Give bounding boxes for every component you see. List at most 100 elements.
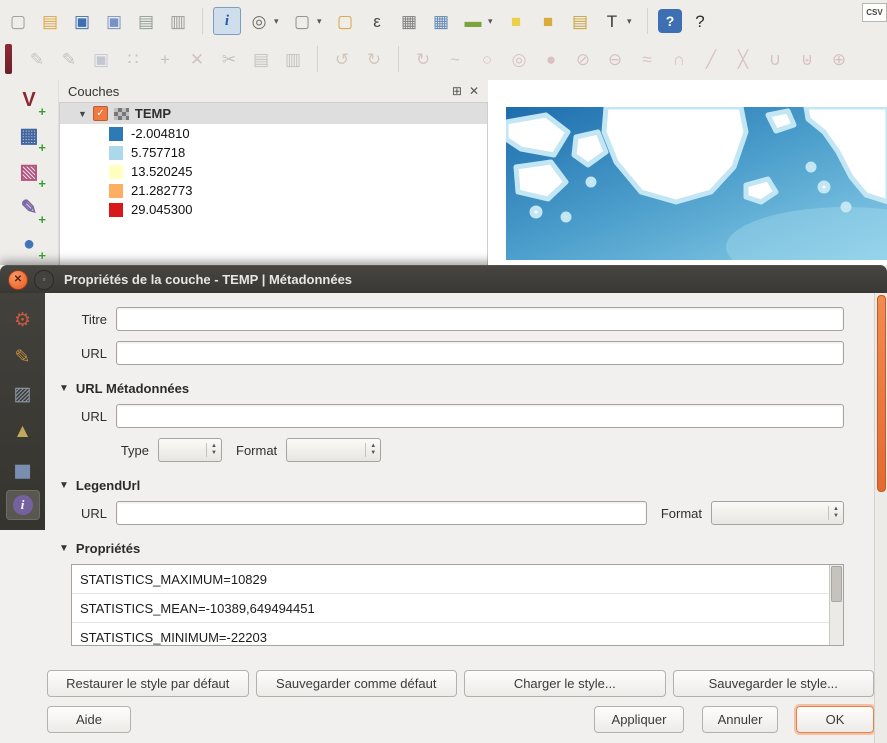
legend-format-combo[interactable]: ▲▼ bbox=[711, 501, 844, 525]
zoom-to-selection-icon-dropdown[interactable]: ▾ bbox=[274, 16, 284, 27]
tab-histogram-icon[interactable]: ▅ bbox=[6, 453, 40, 483]
legend-url-input[interactable] bbox=[116, 501, 647, 525]
raster-calculator-icon[interactable]: ▦ bbox=[427, 7, 455, 35]
toggle-editing-icon[interactable]: ✎ bbox=[55, 45, 83, 73]
apply-button[interactable]: Appliquer bbox=[594, 706, 684, 733]
add-spatialite-layer-icon[interactable]: ✎+ bbox=[14, 193, 44, 223]
listbox-scrollbar[interactable] bbox=[829, 565, 843, 645]
property-row[interactable]: STATISTICS_MAXIMUM=10829 bbox=[72, 565, 829, 594]
cut-features-icon[interactable]: ✂ bbox=[215, 45, 243, 73]
save-project-icon[interactable]: ▣ bbox=[68, 7, 96, 35]
delete-part-icon[interactable]: ⊖ bbox=[601, 45, 629, 73]
move-feature-icon[interactable]: + bbox=[151, 45, 179, 73]
split-features-icon[interactable]: ╱ bbox=[697, 45, 725, 73]
composer-manager-icon[interactable]: ▥ bbox=[164, 7, 192, 35]
ok-button[interactable]: OK bbox=[796, 706, 874, 733]
property-row[interactable]: STATISTICS_MINIMUM=-22203 bbox=[72, 623, 829, 646]
add-postgis-layer-icon[interactable]: ●+ bbox=[14, 229, 44, 259]
offset-curve-icon[interactable]: ≈ bbox=[633, 45, 661, 73]
add-part-icon[interactable]: ◎ bbox=[505, 45, 533, 73]
add-ring-icon[interactable]: ○ bbox=[473, 45, 501, 73]
measure-line-icon[interactable]: ▬ bbox=[459, 7, 487, 35]
split-parts-icon[interactable]: ╳ bbox=[729, 45, 757, 73]
load-style-button[interactable]: Charger le style... bbox=[464, 670, 666, 697]
fill-ring-icon[interactable]: ● bbox=[537, 45, 565, 73]
expand-arrow-icon[interactable]: ▼ bbox=[78, 109, 87, 119]
show-bookmarks-icon[interactable]: ▤ bbox=[566, 7, 594, 35]
current-edits-icon[interactable]: ✎ bbox=[23, 45, 51, 73]
restore-default-style-button[interactable]: Restaurer le style par défaut bbox=[47, 670, 249, 697]
cancel-button[interactable]: Annuler bbox=[702, 706, 778, 733]
text-annotation-icon[interactable]: T bbox=[598, 7, 626, 35]
deselect-features-icon[interactable]: ▢ bbox=[331, 7, 359, 35]
collapse-arrow-icon: ▼ bbox=[59, 543, 69, 554]
reshape-features-icon[interactable]: ∩ bbox=[665, 45, 693, 73]
redo-icon[interactable]: ↻ bbox=[360, 45, 388, 73]
map-tips-icon[interactable]: ■ bbox=[502, 7, 530, 35]
select-features-icon-dropdown[interactable]: ▾ bbox=[317, 16, 327, 27]
dialog-scrollbar[interactable] bbox=[874, 293, 887, 743]
select-features-icon[interactable]: ▢ bbox=[288, 7, 316, 35]
simplify-feature-icon[interactable]: ~ bbox=[441, 45, 469, 73]
rotate-feature-icon[interactable]: ↻ bbox=[409, 45, 437, 73]
map-canvas[interactable] bbox=[488, 80, 887, 265]
add-vector-layer-icon[interactable]: V+ bbox=[14, 85, 44, 115]
save-style-button[interactable]: Sauvegarder le style... bbox=[673, 670, 875, 697]
rotate-point-symbols-icon[interactable]: ⊕ bbox=[825, 45, 853, 73]
toolbar-drag-handle[interactable] bbox=[5, 44, 12, 74]
save-layer-edits-icon[interactable]: ▣ bbox=[87, 45, 115, 73]
new-project-icon[interactable]: ▢ bbox=[4, 7, 32, 35]
whats-this-icon[interactable]: ? bbox=[686, 7, 714, 35]
add-wms-layer-icon[interactable]: ▧+ bbox=[14, 157, 44, 187]
tab-pyramids-icon[interactable]: ▲ bbox=[6, 416, 40, 446]
new-bookmark-icon[interactable]: ■ bbox=[534, 7, 562, 35]
type-combo[interactable]: ▲▼ bbox=[158, 438, 222, 462]
add-delimited-text-layer-icon[interactable]: CSV bbox=[862, 3, 887, 22]
paste-features-icon[interactable]: ▥ bbox=[279, 45, 307, 73]
help-contents-icon[interactable]: ? bbox=[658, 9, 682, 33]
merge-features-icon[interactable]: ∪ bbox=[761, 45, 789, 73]
add-raster-layer-icon[interactable]: ▦+ bbox=[14, 121, 44, 151]
layer-visibility-checkbox[interactable]: ✓ bbox=[93, 106, 108, 121]
merge-attributes-icon[interactable]: ⊎ bbox=[793, 45, 821, 73]
url-input[interactable] bbox=[116, 341, 844, 365]
metadata-url-input[interactable] bbox=[116, 404, 844, 428]
panel-close-icon[interactable]: ✕ bbox=[469, 84, 479, 98]
undo-icon[interactable]: ↺ bbox=[328, 45, 356, 73]
tab-general-icon[interactable]: ⚙ bbox=[6, 305, 40, 335]
dialog-close-button[interactable]: ✕ bbox=[8, 270, 28, 290]
dialog-titlebar[interactable]: ✕ ▫ Propriétés de la couche - TEMP | Mét… bbox=[0, 265, 887, 293]
dialog-scrollbar-handle[interactable] bbox=[877, 295, 886, 492]
new-print-composer-icon[interactable]: ▤ bbox=[132, 7, 160, 35]
measure-line-icon-dropdown[interactable]: ▾ bbox=[488, 16, 498, 27]
delete-ring-icon[interactable]: ⊘ bbox=[569, 45, 597, 73]
group-properties[interactable]: ▼ Propriétés bbox=[59, 541, 844, 556]
group-url-metadata[interactable]: ▼ URL Métadonnées bbox=[59, 381, 844, 396]
metadata-url-label: URL bbox=[59, 409, 107, 424]
save-as-default-style-button[interactable]: Sauvegarder comme défaut bbox=[256, 670, 458, 697]
node-tool-icon[interactable]: ∷ bbox=[119, 45, 147, 73]
tab-style-icon[interactable]: ✎ bbox=[6, 342, 40, 372]
help-button[interactable]: Aide bbox=[47, 706, 131, 733]
dialog-restore-button[interactable]: ▫ bbox=[34, 270, 54, 290]
toolbar-separator bbox=[398, 46, 399, 72]
open-attribute-table-icon[interactable]: ▦ bbox=[395, 7, 423, 35]
group-legend-url[interactable]: ▼ LegendUrl bbox=[59, 478, 844, 493]
format-combo[interactable]: ▲▼ bbox=[286, 438, 381, 462]
property-row[interactable]: STATISTICS_MEAN=-10389,649494451 bbox=[72, 594, 829, 623]
text-annotation-icon-dropdown[interactable]: ▾ bbox=[627, 16, 637, 27]
digitizing-toolbar: ✎✎▣∷+✕✂▤▥↺↻↻~○◎●⊘⊖≈∩╱╳∪⊎⊕ bbox=[0, 40, 887, 78]
zoom-to-selection-icon[interactable]: ◎ bbox=[245, 7, 273, 35]
titre-input[interactable] bbox=[116, 307, 844, 331]
delete-selected-icon[interactable]: ✕ bbox=[183, 45, 211, 73]
open-project-icon[interactable]: ▤ bbox=[36, 7, 64, 35]
layer-item-temp[interactable]: ▼ ✓ TEMP bbox=[60, 103, 487, 124]
tab-transparency-icon[interactable]: ▨ bbox=[6, 379, 40, 409]
copy-features-icon[interactable]: ▤ bbox=[247, 45, 275, 73]
tab-metadata-icon[interactable]: i bbox=[6, 490, 40, 520]
statistical-summary-icon[interactable]: ε bbox=[363, 7, 391, 35]
panel-float-icon[interactable]: ⊞ bbox=[452, 84, 462, 98]
save-project-as-icon[interactable]: ▣ bbox=[100, 7, 128, 35]
properties-listbox[interactable]: STATISTICS_MAXIMUM=10829STATISTICS_MEAN=… bbox=[71, 564, 844, 646]
identify-features-icon[interactable]: i bbox=[213, 7, 241, 35]
